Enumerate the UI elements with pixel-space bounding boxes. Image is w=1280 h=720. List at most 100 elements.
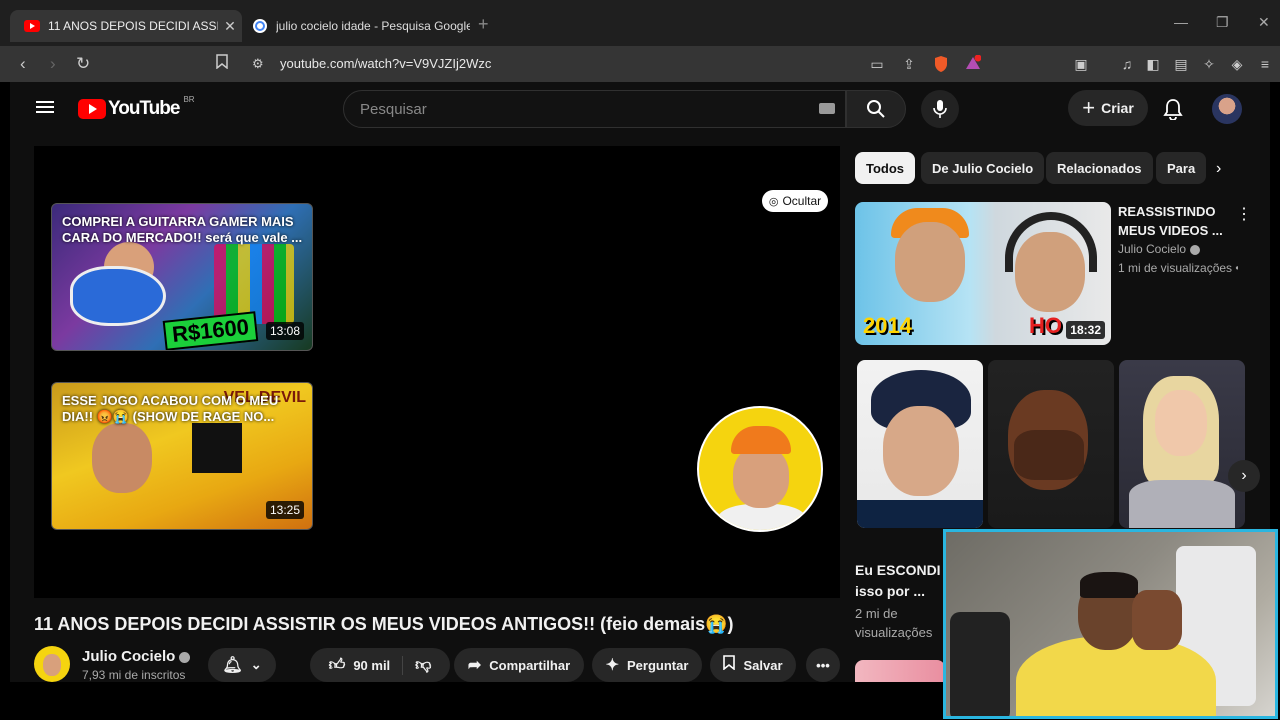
maximize-icon[interactable]: ❐: [1216, 14, 1229, 31]
like-count: 90 mil: [353, 657, 391, 673]
verified-icon: [179, 651, 191, 663]
notification-settings-button[interactable]: 🔔︎ ⌄: [208, 648, 276, 682]
shorts-next-arrow-icon[interactable]: ›: [1228, 460, 1260, 492]
next-video-thumbnail[interactable]: [855, 660, 945, 682]
channel-avatar[interactable]: [34, 646, 70, 682]
hamburger-menu-icon[interactable]: [36, 98, 54, 116]
youtube-icon: [24, 18, 40, 34]
eye-off-icon: ◎: [768, 195, 779, 208]
chip-related[interactable]: Relacionados: [1046, 152, 1153, 184]
browser-tab-bar: 11 ANOS DEPOIS DECIDI ASSISTIR ✕ julio c…: [0, 0, 1280, 46]
create-button[interactable]: + Criar: [1068, 90, 1148, 126]
search-input[interactable]: Pesquisar: [343, 90, 846, 128]
rewards-icon[interactable]: [964, 54, 982, 73]
screenshot-icon[interactable]: ▣: [1072, 55, 1090, 73]
new-tab-icon[interactable]: +: [478, 14, 489, 35]
back-icon[interactable]: ‹: [20, 54, 26, 74]
thumbnail-art: [1005, 212, 1097, 272]
video-duration: 13:25: [265, 501, 304, 519]
related-video-thumbnail[interactable]: 2014 HO 18:32: [855, 202, 1111, 345]
ask-label: Perguntar: [627, 657, 689, 673]
related-video-channel[interactable]: Julio Cocielo: [1118, 242, 1201, 256]
save-icon: [723, 655, 736, 675]
video-owner-row: Julio Cocielo 7,93 mi de inscritos 🔔︎ ⌄ 👍…: [34, 644, 854, 682]
youtube-play-icon: [78, 99, 106, 119]
music-icon[interactable]: ♫: [1118, 55, 1136, 73]
short-thumbnail[interactable]: [1119, 360, 1245, 528]
share-label: Compartilhar: [489, 657, 571, 673]
more-actions-button[interactable]: •••: [806, 648, 840, 682]
thumbs-up-icon: 👍︎: [328, 656, 346, 674]
search-placeholder: Pesquisar: [360, 101, 427, 118]
save-button[interactable]: Salvar: [710, 648, 796, 682]
url-field[interactable]: youtube.com/watch?v=V9VJZIj2Wzc: [280, 56, 491, 71]
create-label: Criar: [1101, 100, 1134, 116]
reload-icon[interactable]: ↻: [76, 54, 90, 74]
webcam-art: [1132, 590, 1182, 650]
share-icon[interactable]: ⇪: [900, 55, 918, 73]
ai-icon[interactable]: ✧: [1200, 55, 1218, 73]
tab-youtube-video[interactable]: 11 ANOS DEPOIS DECIDI ASSISTIR ✕: [10, 10, 242, 42]
cast-icon[interactable]: ▭: [868, 55, 886, 73]
share-arrow-icon: ➦: [467, 657, 482, 674]
thumbnail-price-text: R$1600: [162, 311, 259, 350]
webcam-art: [1080, 572, 1138, 598]
end-card-video[interactable]: VEL DEVIL ESSE JOGO ACABOU COM O MEU DIA…: [51, 382, 313, 530]
chip-from-channel[interactable]: De Julio Cocielo: [921, 152, 1045, 184]
google-icon: [252, 18, 268, 34]
menu-icon[interactable]: ≡: [1256, 55, 1274, 73]
notifications-bell-icon[interactable]: [1163, 98, 1183, 125]
end-card-video[interactable]: COMPREI A GUITARRA GAMER MAIS CARA DO ME…: [51, 203, 313, 351]
verified-icon: [1190, 244, 1201, 255]
end-card-channel-subscribe[interactable]: [697, 406, 823, 532]
youtube-logo[interactable]: YouTube BR: [78, 95, 195, 120]
vpn-icon[interactable]: ◈: [1228, 55, 1246, 73]
voice-search-button[interactable]: [921, 90, 959, 128]
chip-all[interactable]: Todos: [855, 152, 916, 184]
browser-toolbar: ‹ › ↻ ⚙ youtube.com/watch?v=V9VJZIj2Wzc …: [0, 46, 1280, 82]
account-avatar[interactable]: [1212, 94, 1242, 124]
end-card-title: ESSE JOGO ACABOU COM O MEU DIA!! 😡😭 (SHO…: [62, 393, 279, 424]
chip-for-you[interactable]: Para: [1156, 152, 1206, 184]
ask-button[interactable]: ✦ Perguntar: [592, 648, 702, 682]
thumbnail-art: [883, 406, 959, 496]
subscriber-count: 7,93 mi de inscritos: [82, 668, 186, 682]
microphone-icon: [933, 100, 947, 118]
webcam-art: [950, 612, 1010, 716]
channel-name[interactable]: Julio Cocielo: [82, 648, 191, 665]
forward-icon[interactable]: ›: [50, 54, 56, 74]
wallet-icon[interactable]: ▤: [1172, 55, 1190, 73]
save-label: Salvar: [743, 657, 783, 673]
plus-icon: +: [1082, 95, 1096, 120]
short-thumbnail[interactable]: [988, 360, 1114, 528]
share-button[interactable]: ➦ Compartilhar: [454, 648, 584, 682]
related-video-title[interactable]: REASSISTINDO MEUS VIDEOS ...: [1118, 202, 1230, 240]
thumbnail-art: [92, 423, 152, 493]
minimize-icon[interactable]: —: [1174, 14, 1188, 30]
short-views: 2 mi de visualizações: [855, 606, 933, 640]
search-icon: [867, 100, 885, 118]
keyboard-icon[interactable]: [819, 103, 835, 114]
site-settings-icon[interactable]: ⚙: [252, 56, 264, 72]
close-window-icon[interactable]: ✕: [1258, 14, 1270, 31]
channel-art: [717, 504, 807, 530]
short-thumbnail[interactable]: [857, 360, 983, 528]
bookmark-icon[interactable]: [216, 54, 228, 74]
hide-end-cards-button[interactable]: ◎ Ocultar: [762, 190, 828, 212]
thumbs-down-icon[interactable]: 👎︎: [403, 656, 431, 675]
more-vert-icon[interactable]: ⋮: [1236, 204, 1252, 224]
tab-google-search[interactable]: julio cocielo idade - Pesquisa Google: [238, 10, 470, 42]
logo-text: YouTube: [108, 98, 180, 119]
thumbnail-art: [1129, 480, 1235, 528]
sparkle-icon: ✦: [605, 657, 619, 674]
brave-shield-icon[interactable]: [932, 55, 950, 73]
chevron-right-icon[interactable]: ›: [1216, 160, 1221, 178]
short-title[interactable]: Eu ESCONDI isso por ...: [855, 560, 945, 602]
thumbnail-art: [857, 500, 983, 528]
tab-title: julio cocielo idade - Pesquisa Google: [276, 19, 470, 33]
sidebar-icon[interactable]: ◧: [1144, 55, 1162, 73]
like-button[interactable]: 👍︎ 90 mil: [328, 655, 404, 675]
search-button[interactable]: [846, 90, 906, 128]
related-video-meta: 1 mi de visualizações • h...: [1118, 261, 1238, 275]
video-player[interactable]: ◎ Ocultar COMPREI A GUITARRA GAMER MAIS …: [34, 146, 840, 598]
